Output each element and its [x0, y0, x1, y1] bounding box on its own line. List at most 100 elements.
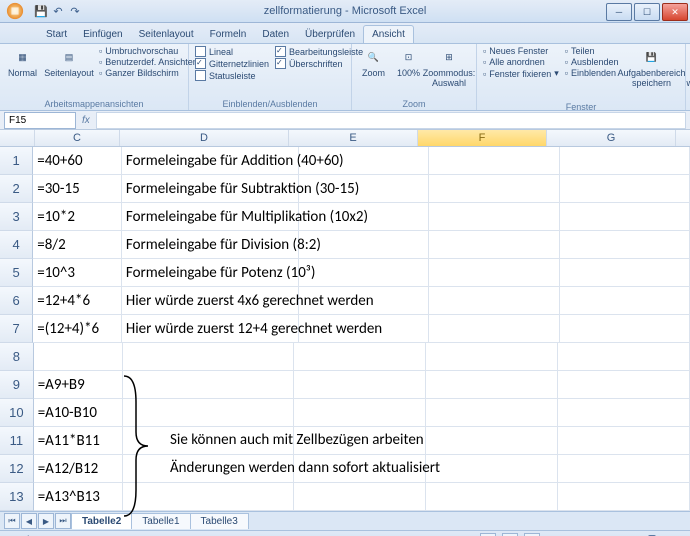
zoom-100-button[interactable]: ⊡100%	[395, 46, 422, 81]
cell[interactable]: Formeleingabe für Subtraktion (30-15)	[122, 175, 299, 203]
zoom-selection-button[interactable]: ⊞Zoommodus: Auswahl	[428, 46, 470, 91]
ribbon-tab-formeln[interactable]: Formeln	[202, 26, 255, 43]
column-header-D[interactable]: D	[120, 130, 289, 146]
hide[interactable]: ▫Ausblenden	[565, 57, 619, 67]
column-header-C[interactable]: C	[35, 130, 120, 146]
cell[interactable]	[426, 343, 558, 371]
cell[interactable]	[560, 287, 690, 315]
cell[interactable]	[123, 343, 293, 371]
close-button[interactable]: ✕	[662, 3, 688, 21]
row-header[interactable]: 5	[0, 259, 33, 287]
ribbon-tab-einfügen[interactable]: Einfügen	[75, 26, 130, 43]
cell[interactable]	[299, 259, 429, 287]
cell[interactable]: =A12/B12	[34, 455, 124, 483]
row-header[interactable]: 9	[0, 371, 34, 399]
arrange-all[interactable]: ▫Alle anordnen	[483, 57, 559, 67]
cell[interactable]	[429, 259, 559, 287]
cell[interactable]	[299, 287, 429, 315]
cell[interactable]: =A9+B9	[34, 371, 124, 399]
cell[interactable]	[299, 203, 429, 231]
cell[interactable]	[429, 315, 559, 343]
cell[interactable]: =(12+4)*6	[33, 315, 122, 343]
row-header[interactable]: 1	[0, 147, 33, 175]
ribbon-tab-ansicht[interactable]: Ansicht	[363, 25, 414, 43]
column-header-G[interactable]: G	[547, 130, 676, 146]
ruler-check[interactable]: Lineal	[195, 46, 269, 57]
tab-nav-first[interactable]: ⏮	[4, 513, 20, 529]
formula-bar[interactable]	[96, 112, 686, 129]
cell[interactable]: =30-15	[33, 175, 122, 203]
cell[interactable]	[299, 231, 429, 259]
cell[interactable]	[123, 399, 293, 427]
cell[interactable]	[426, 427, 558, 455]
ribbon-tab-seitenlayout[interactable]: Seitenlayout	[131, 26, 202, 43]
cell[interactable]: =A13^B13	[34, 483, 124, 511]
cell[interactable]	[299, 175, 429, 203]
custom-views[interactable]: ▫Benutzerdef. Ansichten	[99, 57, 198, 67]
cell[interactable]	[560, 259, 690, 287]
cell[interactable]	[558, 343, 690, 371]
cell[interactable]	[426, 399, 558, 427]
cell[interactable]	[560, 147, 690, 175]
row-header[interactable]: 2	[0, 175, 33, 203]
cell[interactable]	[558, 399, 690, 427]
save-icon[interactable]: 💾	[34, 4, 48, 18]
cell[interactable]: Formeleingabe für Addition (40+60)	[122, 147, 299, 175]
row-header[interactable]: 3	[0, 203, 33, 231]
column-header-E[interactable]: E	[289, 130, 418, 146]
cell[interactable]	[558, 483, 690, 511]
cell[interactable]: Formeleingabe für Potenz (10³)	[122, 259, 299, 287]
sheet-tab-tabelle3[interactable]: Tabelle3	[190, 513, 249, 529]
cell[interactable]	[429, 147, 559, 175]
cell[interactable]	[299, 315, 429, 343]
cell[interactable]	[34, 343, 124, 371]
tab-nav-last[interactable]: ⏭	[55, 513, 71, 529]
column-header-F[interactable]: F	[418, 130, 547, 146]
cell[interactable]	[294, 399, 426, 427]
cell[interactable]: =8/2	[33, 231, 122, 259]
undo-icon[interactable]: ↶	[51, 4, 65, 18]
zoom-button[interactable]: 🔍Zoom	[358, 46, 389, 81]
tab-nav-prev[interactable]: ◀	[21, 513, 37, 529]
row-header[interactable]: 12	[0, 455, 34, 483]
row-header[interactable]: 11	[0, 427, 34, 455]
cell[interactable]	[429, 203, 559, 231]
split[interactable]: ▫Teilen	[565, 46, 619, 56]
unhide[interactable]: ▫Einblenden	[565, 68, 619, 78]
cell[interactable]: Formeleingabe für Multiplikation (10x2)	[122, 203, 299, 231]
cell[interactable]	[294, 371, 426, 399]
maximize-button[interactable]: ☐	[634, 3, 660, 21]
page-layout-button[interactable]: ▤Seitenlayout	[45, 46, 93, 81]
ribbon-tab-überprüfen[interactable]: Überprüfen	[297, 26, 363, 43]
cell[interactable]	[560, 175, 690, 203]
cell[interactable]: =40+60	[33, 147, 122, 175]
cell[interactable]: =10*2	[33, 203, 122, 231]
headings-check[interactable]: Überschriften	[275, 58, 363, 69]
redo-icon[interactable]: ↷	[68, 4, 82, 18]
cell[interactable]	[558, 371, 690, 399]
cell[interactable]	[294, 343, 426, 371]
ribbon-tab-start[interactable]: Start	[38, 26, 75, 43]
cell[interactable]	[558, 455, 690, 483]
new-window[interactable]: ▫Neues Fenster	[483, 46, 559, 56]
cell[interactable]	[294, 483, 426, 511]
cell[interactable]	[426, 483, 558, 511]
row-header[interactable]: 13	[0, 483, 34, 511]
cell[interactable]	[429, 175, 559, 203]
cell[interactable]	[429, 231, 559, 259]
cell[interactable]: =A11*B11	[34, 427, 124, 455]
cell[interactable]: Hier würde zuerst 12+4 gerechnet werden	[122, 315, 299, 343]
cell[interactable]	[426, 455, 558, 483]
sheet-tab-tabelle1[interactable]: Tabelle1	[131, 513, 190, 529]
row-header[interactable]: 10	[0, 399, 34, 427]
cell[interactable]: =12+4*6	[33, 287, 122, 315]
gridlines-check[interactable]: Gitternetzlinien	[195, 58, 269, 69]
cell[interactable]	[558, 427, 690, 455]
fx-icon[interactable]: fx	[82, 115, 90, 126]
cell[interactable]: Hier würde zuerst 4x6 gerechnet werden	[122, 287, 299, 315]
cell[interactable]	[123, 483, 293, 511]
normal-view-button[interactable]: ▦Normal	[6, 46, 39, 81]
cell[interactable]	[560, 315, 690, 343]
freeze-panes[interactable]: ▫Fenster fixieren ▾	[483, 68, 559, 79]
cell[interactable]	[560, 203, 690, 231]
